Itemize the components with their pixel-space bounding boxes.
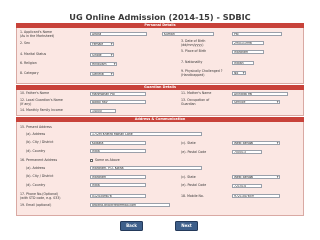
birth-place-field[interactable]: Jhargram: [232, 50, 264, 54]
permanent-street-label: (a). Address: [26, 166, 46, 170]
physically-challenged-label: 9. Physically Challenged ? (Handicapped): [181, 69, 223, 77]
mobile-field[interactable]: 9721347659: [232, 194, 280, 198]
middle-name-field[interactable]: Kumari: [162, 32, 214, 36]
mobile-label: 18. Mobile No.: [181, 194, 204, 198]
monthly-income-label: 14. Monthly Family Income: [20, 108, 63, 112]
physically-challenged-select[interactable]: No: [232, 71, 246, 75]
sex-select[interactable]: Female: [90, 42, 114, 46]
admission-form-page: UG Online Admission (2014-15) - SDBIC Pe…: [0, 0, 320, 240]
present-city-field[interactable]: Kolkata: [90, 141, 146, 145]
same-as-above-checkbox[interactable]: [90, 159, 93, 162]
birth-place-label: 5. Place of Birth: [181, 49, 207, 53]
category-select[interactable]: General: [90, 72, 114, 76]
permanent-street-field[interactable]: Jhargram, P.O. Kotha: [90, 166, 202, 170]
father-name-label: 10. Father's Name: [20, 91, 50, 95]
present-city-label: (b). City / District: [26, 140, 54, 144]
email-field[interactable]: arpitha.dnai@rediffmail.com: [90, 203, 170, 207]
monthly-income-field[interactable]: 14000: [90, 109, 116, 113]
present-country-field[interactable]: India: [90, 149, 146, 153]
guardian-occupation-select[interactable]: Service: [232, 100, 280, 104]
address-header: Address & Communication: [16, 117, 304, 122]
mother-name-label: 11. Mother's Name: [181, 91, 212, 95]
mother-name-field[interactable]: Anindita Pal: [232, 92, 288, 96]
nationality-label: 7. Nationality: [181, 60, 203, 64]
local-guardian-label: 12. Local Guardian's Name (If any): [20, 98, 63, 106]
present-postal-field[interactable]: 700013: [232, 150, 262, 154]
permanent-city-label: (b). City / District: [26, 174, 54, 178]
permanent-country-field[interactable]: India: [90, 183, 146, 187]
marital-status-label: 4. Marital Status: [20, 52, 47, 56]
dob-field[interactable]: 29/01/1996: [232, 41, 264, 45]
applicant-name-label: 1. Applicant's Name (As in the Marksheet…: [20, 30, 55, 38]
father-name-field[interactable]: Manmohan Pal: [90, 92, 146, 96]
permanent-state-label: (c). State: [181, 175, 196, 179]
phone-field[interactable]: 0124349876: [90, 194, 146, 198]
dob-label: 3. Date of Birth (dd/mm/yyyy): [181, 39, 206, 47]
phone-label: 17. Phone No.(Optional) (with STD code, …: [20, 192, 61, 200]
permanent-postal-field[interactable]: 721514: [232, 184, 262, 188]
permanent-country-label: (d). Country: [26, 183, 46, 187]
present-country-label: (d). Country: [26, 149, 46, 153]
guardian-details-header: Guardian Details: [16, 85, 304, 90]
category-label: 8. Category: [20, 71, 39, 75]
first-name-field[interactable]: Arpita: [90, 32, 147, 36]
local-guardian-field[interactable]: Badal Ray: [90, 100, 146, 104]
present-street-label: (a). Address: [26, 132, 46, 136]
last-name-field[interactable]: Pal: [232, 32, 282, 36]
present-street-field[interactable]: 17/2M Khetra Mohan Lane: [90, 132, 202, 136]
personal-details-header: Personal Details: [16, 23, 304, 28]
back-button[interactable]: Back: [120, 221, 143, 231]
present-postal-label: (e). Postal Code: [181, 150, 207, 154]
present-state-label: (c). State: [181, 141, 196, 145]
nationality-field[interactable]: Indian: [232, 61, 254, 65]
next-button[interactable]: Next: [175, 221, 198, 231]
religion-label: 6. Religion: [20, 61, 37, 65]
email-label: 19. Email (optional): [20, 203, 52, 207]
religion-select[interactable]: Hinduism: [90, 62, 117, 66]
permanent-address-label: 16. Permanent Address: [20, 158, 58, 162]
permanent-state-select[interactable]: West Bengal: [232, 175, 280, 179]
present-address-label: 15. Present Address: [20, 125, 52, 129]
present-state-select[interactable]: West Bengal: [232, 141, 280, 145]
permanent-postal-label: (e). Postal Code: [181, 183, 207, 187]
guardian-occupation-label: 13. Occupation of Guardian: [181, 98, 210, 106]
permanent-city-field[interactable]: Jhargram: [90, 175, 146, 179]
sex-label: 2. Sex: [20, 41, 30, 45]
same-as-above-label: Same as Above: [95, 158, 120, 162]
page-title: UG Online Admission (2014-15) - SDBIC: [69, 12, 251, 22]
marital-status-select[interactable]: Single: [90, 53, 114, 57]
